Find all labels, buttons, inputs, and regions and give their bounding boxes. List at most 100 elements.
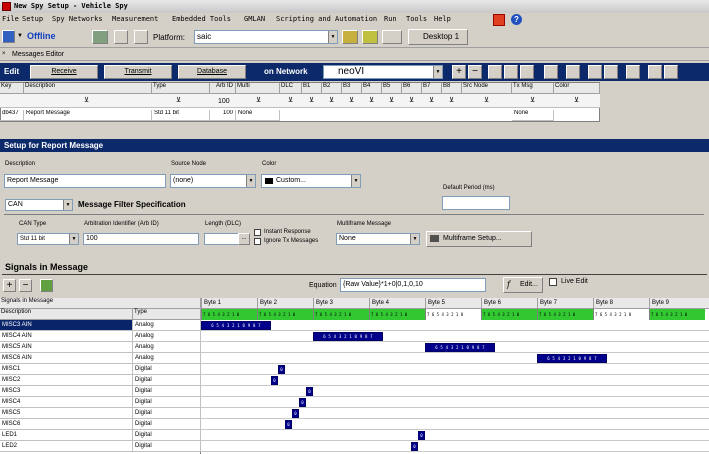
- filter-icon[interactable]: ⊻: [574, 96, 579, 104]
- description-input[interactable]: Report Message: [4, 174, 166, 188]
- signal-bit-block[interactable]: 6 5 4 3 2 1 0 9 8 7: [537, 354, 607, 363]
- col-src-node[interactable]: Src Node: [462, 83, 512, 94]
- signal-bit-block[interactable]: 0: [278, 365, 285, 374]
- signal-bit-block[interactable]: 0: [418, 431, 425, 440]
- sort-icon[interactable]: [566, 65, 580, 79]
- copy-icon[interactable]: [504, 65, 518, 79]
- multiframe-select[interactable]: None ▼: [336, 233, 420, 245]
- filter-icon[interactable]: ⊻: [484, 96, 489, 104]
- length-browse-button[interactable]: ...: [238, 233, 250, 245]
- menu-gmlan[interactable]: GMLAN: [244, 15, 265, 23]
- col-b2[interactable]: B2: [322, 83, 342, 94]
- paste-icon[interactable]: [520, 65, 534, 79]
- signal-bit-block[interactable]: 6 5 4 3 2 1 0 9 8 7: [201, 321, 271, 330]
- signal-bit-block[interactable]: 6 5 4 3 2 1 0 9 8 7: [425, 343, 495, 352]
- network-icon[interactable]: [92, 30, 108, 44]
- chevron-down-icon[interactable]: ▼: [433, 66, 442, 78]
- live-edit-checkbox[interactable]: [549, 278, 557, 286]
- close-icon[interactable]: ×: [2, 51, 6, 57]
- signal-bit-block[interactable]: 6 5 4 3 2 1 0 9 8 7: [313, 332, 383, 341]
- filter-icon[interactable]: ⊻: [530, 96, 535, 104]
- window-icon[interactable]: [544, 65, 558, 79]
- wrench-icon[interactable]: [382, 30, 402, 44]
- signal-bit-block[interactable]: 0: [299, 398, 306, 407]
- filter-icon[interactable]: ⊻: [449, 96, 454, 104]
- col-key[interactable]: Key: [0, 83, 24, 94]
- help-icon[interactable]: ?: [511, 14, 522, 25]
- tab-transmit[interactable]: Transmit: [104, 65, 172, 79]
- tools-icon[interactable]: [362, 30, 378, 44]
- cut-icon[interactable]: [488, 65, 502, 79]
- default-period-input[interactable]: [442, 196, 510, 210]
- chevron-down-icon[interactable]: ▼: [328, 31, 337, 43]
- col-b7[interactable]: B7: [422, 83, 442, 94]
- col-type[interactable]: Type: [152, 83, 210, 94]
- remove-icon[interactable]: −: [468, 65, 482, 79]
- menu-scripting[interactable]: Scripting and Automation: [276, 15, 377, 23]
- chevron-down-icon[interactable]: ▼: [69, 234, 78, 244]
- menu-tools[interactable]: Tools: [406, 15, 427, 23]
- menu-embedded-tools[interactable]: Embedded Tools: [172, 15, 231, 23]
- signal-bit-block[interactable]: 0: [292, 409, 299, 418]
- chevron-down-icon[interactable]: ▼: [410, 234, 419, 244]
- platform-select[interactable]: saic ▼: [194, 30, 338, 44]
- ignore-tx-checkbox[interactable]: [254, 238, 261, 245]
- col-signal-description[interactable]: Description: [0, 309, 133, 320]
- filter-icon[interactable]: ⊻: [256, 96, 261, 104]
- chevron-down-icon[interactable]: ▼: [246, 175, 255, 187]
- tab-receive[interactable]: Receive: [30, 65, 98, 79]
- source-node-select[interactable]: (none) ▼: [170, 174, 256, 188]
- instant-response-checkbox[interactable]: [254, 229, 261, 236]
- col-b3[interactable]: B3: [342, 83, 362, 94]
- color-select[interactable]: Custom... ▼: [261, 174, 361, 188]
- filter-arb-id[interactable]: 100: [218, 98, 230, 105]
- col-signal-type[interactable]: Type: [133, 309, 201, 320]
- signal-bit-block[interactable]: 0: [306, 387, 313, 396]
- filter-icon[interactable]: ⊻: [84, 96, 89, 104]
- col-b8[interactable]: B8: [442, 83, 462, 94]
- up-arrow-icon[interactable]: [588, 65, 602, 79]
- menu-file[interactable]: File: [2, 15, 19, 23]
- save-icon[interactable]: [648, 65, 662, 79]
- col-b1[interactable]: B1: [302, 83, 322, 94]
- chevron-down-icon[interactable]: ▼: [63, 200, 72, 210]
- save-icon[interactable]: [114, 30, 128, 44]
- signal-bit-block[interactable]: 0: [411, 442, 418, 451]
- byte-grid[interactable]: [201, 320, 709, 454]
- filter-icon[interactable]: ⊻: [176, 96, 181, 104]
- protocol-select[interactable]: CAN ▼: [5, 199, 73, 211]
- signal-bit-block[interactable]: 0: [285, 420, 292, 429]
- network-select[interactable]: neoVI ▼: [323, 65, 443, 79]
- col-b6[interactable]: B6: [402, 83, 422, 94]
- folder-icon[interactable]: [342, 30, 358, 44]
- signal-bit-block[interactable]: 0: [271, 376, 278, 385]
- menu-setup[interactable]: Setup: [22, 15, 43, 23]
- document-icon[interactable]: [134, 30, 148, 44]
- chevron-down-icon[interactable]: ▼: [351, 175, 360, 187]
- no-icon[interactable]: [626, 65, 640, 79]
- col-tx-msg[interactable]: Tx Msg: [512, 83, 554, 94]
- add-signal-icon[interactable]: +: [3, 279, 16, 292]
- col-color[interactable]: Color: [554, 83, 600, 94]
- multiframe-setup-button[interactable]: Multiframe Setup...: [426, 231, 532, 247]
- spy-icon[interactable]: [493, 14, 505, 26]
- menu-spy-networks[interactable]: Spy Networks: [52, 15, 103, 23]
- col-dlc[interactable]: DLC: [280, 83, 302, 94]
- filter-icon[interactable]: ⊻: [389, 96, 394, 104]
- filter-icon[interactable]: ⊻: [369, 96, 374, 104]
- menu-run[interactable]: Run: [384, 15, 397, 23]
- filter-icon[interactable]: ⊻: [409, 96, 414, 104]
- down-arrow-icon[interactable]: [604, 65, 618, 79]
- menu-help[interactable]: Help: [434, 15, 451, 23]
- add-icon[interactable]: +: [452, 65, 466, 79]
- filter-icon[interactable]: ⊻: [429, 96, 434, 104]
- filter-icon[interactable]: ⊻: [288, 96, 293, 104]
- col-description[interactable]: Description: [24, 83, 152, 94]
- menu-measurement[interactable]: Measurement: [112, 15, 158, 23]
- status-dropdown-icon[interactable]: ▼: [17, 33, 23, 39]
- col-multi[interactable]: Multi: [236, 83, 280, 94]
- play-icon[interactable]: [2, 30, 15, 43]
- col-b4[interactable]: B4: [362, 83, 382, 94]
- tab-database[interactable]: Database: [178, 65, 246, 79]
- equation-input[interactable]: {Raw Value}*1+0|0,1,0,10: [340, 278, 486, 292]
